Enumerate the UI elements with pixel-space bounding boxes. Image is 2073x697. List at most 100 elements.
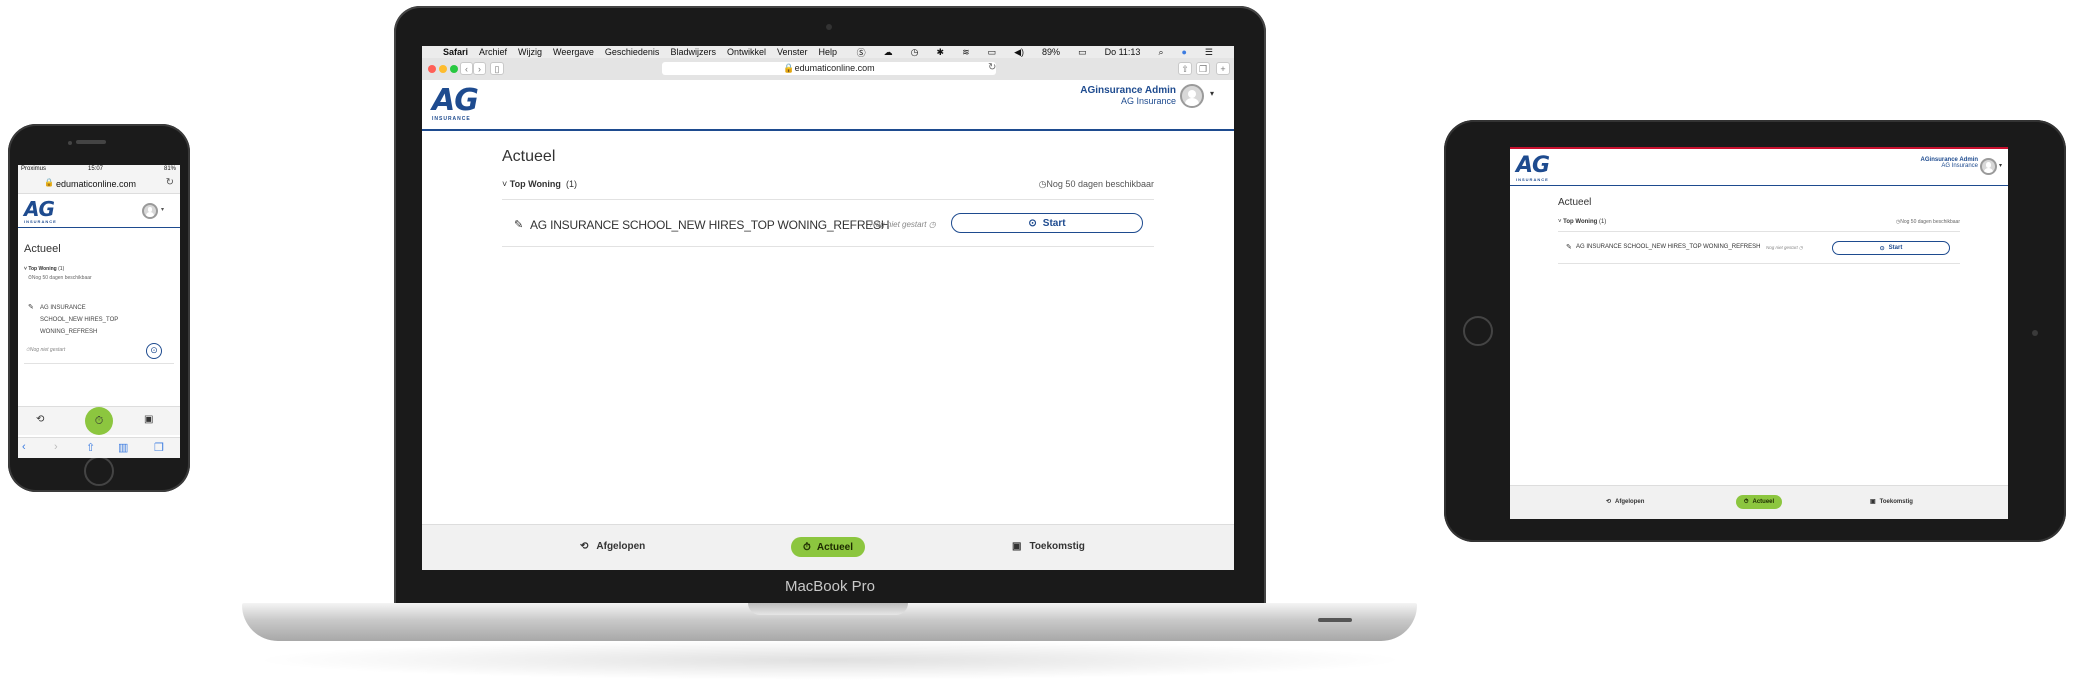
tabs-icon[interactable]: ❐: [1196, 62, 1210, 75]
volume-icon[interactable]: ◀): [1014, 47, 1024, 58]
zoom-window-button[interactable]: [450, 65, 458, 73]
tablet-group-count: (1): [1598, 219, 1607, 225]
menu-geschiedenis[interactable]: Geschiedenis: [605, 47, 660, 57]
minimize-window-button[interactable]: [439, 65, 447, 73]
user-info[interactable]: AGinsurance Admin AG Insurance: [1080, 85, 1176, 106]
phone-status-text: Nog niet gestart: [29, 347, 66, 353]
laptop-shadow: [250, 640, 1410, 680]
phone-avatar[interactable]: [142, 203, 158, 219]
battery-percent[interactable]: 89%: [1042, 47, 1060, 57]
nav-afgelopen[interactable]: ⟲ Afgelopen: [580, 541, 645, 552]
share-icon[interactable]: ⇧: [1178, 62, 1192, 75]
start-label: Start: [1042, 217, 1066, 229]
url-bar[interactable]: 🔒edumaticonline.com: [662, 62, 996, 75]
tablet-group-toggle[interactable]: ˅ Top Woning (1): [1558, 219, 1606, 225]
group-count: (1): [565, 179, 577, 189]
phone-bottom-nav: ⟲ ⏱ ▣: [18, 406, 180, 435]
nav-actueel-label: Actueel: [816, 541, 853, 553]
menu-bladwijzers[interactable]: Bladwijzers: [670, 47, 716, 57]
reload-icon[interactable]: ↻: [166, 177, 174, 188]
calendar-icon[interactable]: ▣: [144, 414, 153, 425]
tablet-avatar[interactable]: [1980, 158, 1997, 175]
airplay-icon[interactable]: ▭: [988, 47, 997, 58]
stopwatch-icon: ⏱: [803, 541, 811, 553]
forward-icon[interactable]: ›: [473, 62, 486, 75]
pencil-icon[interactable]: ✎: [514, 218, 523, 231]
menu-venster[interactable]: Venster: [777, 47, 808, 57]
tablet-ag-logo[interactable]: AG INSURANCE: [1516, 155, 1550, 183]
tabs-icon[interactable]: ❐: [154, 441, 164, 454]
skype-icon[interactable]: Ⓢ: [857, 46, 866, 59]
group-divider: [502, 199, 1154, 200]
tablet-group-divider: [1558, 231, 1960, 232]
menu-clock[interactable]: Do 11:13: [1105, 47, 1141, 57]
course-title[interactable]: AG INSURANCE SCHOOL_NEW HIRES_TOP WONING…: [530, 218, 890, 232]
history-icon: ⟲: [1606, 499, 1612, 505]
phone-group-toggle[interactable]: ˅ Top Woning (1): [24, 266, 64, 272]
phone-course-title[interactable]: AG INSURANCE SCHOOL_NEW HIRES_TOP WONING…: [40, 302, 118, 338]
phone-time: 15:07: [88, 166, 104, 172]
menu-archief[interactable]: Archief: [479, 47, 507, 57]
bluetooth-icon[interactable]: ✱: [937, 47, 945, 58]
start-button[interactable]: ⊙ Start: [951, 213, 1143, 233]
menu-help[interactable]: Help: [819, 47, 838, 57]
chevron-down-icon[interactable]: ▾: [161, 206, 164, 213]
back-icon[interactable]: ‹: [460, 62, 473, 75]
ag-logo[interactable]: AG INSURANCE: [432, 86, 479, 123]
tablet-nav-actueel[interactable]: ⏱ Actueel: [1736, 495, 1782, 509]
list-icon[interactable]: ☰: [1205, 47, 1213, 58]
chevron-down-icon[interactable]: ▾: [1210, 89, 1214, 98]
forward-icon[interactable]: ›: [54, 441, 58, 453]
course-divider: [502, 246, 1154, 247]
stopwatch-icon[interactable]: ⏱: [85, 407, 113, 435]
phone-course-line-2: SCHOOL_NEW HIRES_TOP: [40, 317, 119, 323]
group-availability: ◷Nog 50 dagen beschikbaar: [1039, 179, 1154, 190]
nav-actueel[interactable]: ⏱ Actueel: [791, 537, 865, 557]
tablet-start-button[interactable]: ⊙ Start: [1832, 241, 1950, 255]
menu-status-area: Ⓢ ☁ ◷ ✱ ≋ ▭ ◀) 89% ▭ Do 11:13 ⌕ ● ☰: [857, 46, 1224, 58]
menu-ontwikkel[interactable]: Ontwikkel: [727, 47, 766, 57]
back-icon[interactable]: ‹: [22, 441, 26, 453]
share-icon[interactable]: ⇧: [86, 441, 95, 454]
phone-ag-logo[interactable]: AG INSURANCE: [24, 199, 57, 224]
menu-weergave[interactable]: Weergave: [553, 47, 594, 57]
phone-start-button[interactable]: ⊙: [146, 343, 162, 359]
group-name: Top Woning: [509, 179, 561, 189]
course-status: Nog niet gestart ◷: [870, 220, 936, 229]
nav-afgelopen-label: Afgelopen: [596, 541, 646, 552]
avatar[interactable]: [1180, 84, 1204, 108]
menu-wijzig[interactable]: Wijzig: [518, 47, 542, 57]
phone-battery: 81%: [163, 166, 176, 172]
tablet-user-info[interactable]: AGinsurance Admin AG Insurance: [1921, 157, 1978, 169]
tablet-header: AG INSURANCE AGinsurance Admin AG Insura…: [1510, 149, 2008, 186]
phone-url-bar[interactable]: 🔒 edumaticonline.com ↻: [18, 175, 180, 194]
new-tab-icon[interactable]: +: [1216, 62, 1230, 75]
clock-icon[interactable]: ◷: [911, 47, 919, 58]
pencil-icon[interactable]: ✎: [1566, 243, 1572, 251]
tablet-nav-afgelopen[interactable]: ⟲ Afgelopen: [1606, 498, 1644, 506]
phone-home-button[interactable]: [84, 456, 114, 486]
menu-safari[interactable]: Safari: [443, 47, 468, 57]
nav-toekomstig[interactable]: ▣ Toekomstig: [1012, 541, 1085, 552]
wifi-icon[interactable]: ≋: [962, 47, 970, 58]
close-window-button[interactable]: [428, 65, 436, 73]
phone-row-divider: [24, 363, 174, 364]
availability-text: Nog 50 dagen beschikbaar: [1046, 179, 1154, 189]
search-icon[interactable]: ⌕: [1158, 47, 1163, 58]
phone-page-title: Actueel: [24, 243, 61, 255]
tablet-user-company: AG Insurance: [1941, 163, 1978, 169]
cloud-icon[interactable]: ☁: [884, 47, 893, 58]
siri-icon[interactable]: ●: [1181, 47, 1186, 57]
sidebar-icon[interactable]: ▯: [490, 62, 504, 75]
chevron-down-icon[interactable]: ▾: [1999, 162, 2002, 169]
tablet-home-button[interactable]: [1463, 316, 1493, 346]
reload-icon[interactable]: ↻: [988, 62, 996, 73]
tablet-course-title[interactable]: AG INSURANCE SCHOOL_NEW HIRES_TOP WONING…: [1576, 244, 1760, 250]
phone-speaker: [76, 140, 106, 144]
history-icon[interactable]: ⟲: [36, 414, 44, 425]
tablet-nav-toekomstig[interactable]: ▣ Toekomstig: [1870, 498, 1913, 506]
phone-safari-toolbar: ‹ › ⇧ ▥ ❐: [18, 437, 180, 458]
group-toggle[interactable]: ˅ Top Woning (1): [502, 179, 577, 189]
phone-camera: [68, 141, 72, 145]
bookmarks-icon[interactable]: ▥: [118, 441, 128, 454]
